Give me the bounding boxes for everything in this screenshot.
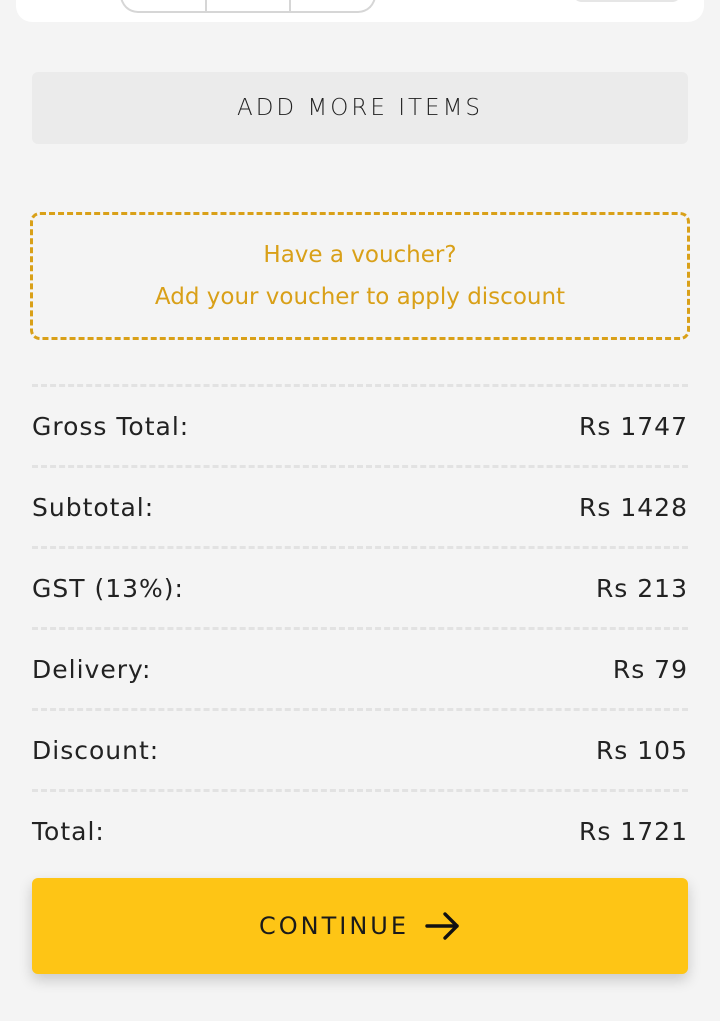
voucher-title: Have a voucher?	[263, 242, 457, 268]
summary-value: Rs 105	[595, 735, 688, 765]
summary-row-delivery: Delivery: Rs 79	[32, 627, 688, 708]
summary-row-gross-total: Gross Total: Rs 1747	[32, 384, 688, 465]
summary-label: Gross Total:	[32, 411, 190, 441]
summary-row-gst: GST (13%): Rs 213	[32, 546, 688, 627]
quantity-value	[207, 0, 292, 11]
voucher-subtitle: Add your voucher to apply discount	[154, 284, 566, 310]
quantity-stepper[interactable]	[120, 0, 376, 13]
summary-row-subtotal: Subtotal: Rs 1428	[32, 465, 688, 546]
continue-label: CONTINUE	[258, 912, 410, 940]
summary-value: Rs 1747	[579, 411, 688, 441]
summary-label: Delivery:	[32, 654, 152, 684]
summary-label: Subtotal:	[32, 492, 155, 522]
quantity-increment-button[interactable]	[291, 0, 374, 11]
voucher-box[interactable]: Have a voucher? Add your voucher to appl…	[30, 212, 690, 340]
cart-item-card	[16, 0, 704, 22]
arrow-right-icon	[425, 911, 461, 941]
summary-label: Discount:	[32, 735, 160, 765]
summary-value: Rs 213	[595, 573, 688, 603]
summary-value: Rs 1428	[579, 492, 688, 522]
summary-value: Rs 1721	[579, 816, 688, 846]
add-more-items-button[interactable]: ADD MORE ITEMS	[32, 72, 688, 144]
summary-label: GST (13%):	[32, 573, 184, 603]
continue-button[interactable]: CONTINUE	[32, 878, 688, 974]
summary-row-total: Total: Rs 1721	[32, 789, 688, 870]
summary-row-discount: Discount: Rs 105	[32, 708, 688, 789]
quantity-decrement-button[interactable]	[122, 0, 207, 11]
item-action-pill[interactable]	[572, 0, 682, 2]
order-summary: Gross Total: Rs 1747 Subtotal: Rs 1428 G…	[32, 384, 688, 870]
summary-label: Total:	[32, 816, 105, 846]
summary-value: Rs 79	[612, 654, 688, 684]
